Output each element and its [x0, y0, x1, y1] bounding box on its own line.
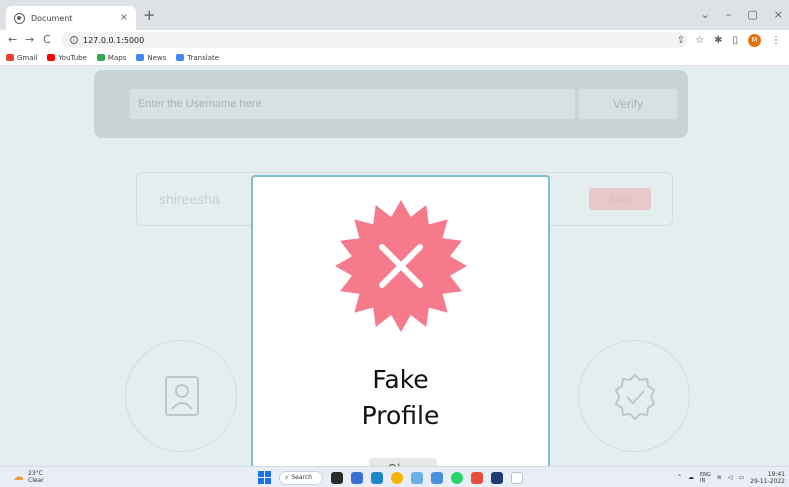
window-controls: ⌄ – ▢ × — [701, 4, 783, 24]
info-icon[interactable]: i — [70, 36, 78, 44]
minimize-icon[interactable]: – — [726, 8, 732, 21]
weather-moon-icon — [14, 476, 23, 480]
volume-icon[interactable]: ◁ — [728, 474, 733, 481]
windows-taskbar: 23°C Clear ⌕ Search ⌃ ☁ ENG IN ≋ ◁ ▭ 19:… — [0, 466, 789, 487]
name-value: shireesha — [159, 191, 220, 207]
reload-button[interactable]: C — [43, 32, 51, 48]
task-view-icon[interactable] — [331, 471, 343, 484]
verified-badge-icon — [614, 373, 656, 421]
edge-icon[interactable] — [411, 471, 423, 484]
back-button[interactable]: ← — [8, 32, 17, 48]
clock-time: 19:41 — [767, 470, 785, 478]
address-bar-row: ← → C i 127.0.0.1:5000 ⇪ ☆ ✱ ▯ M ⋮ — [0, 30, 789, 50]
verify-panel: Verify — [94, 70, 688, 138]
youtube-icon — [47, 54, 56, 61]
sidepanel-icon[interactable]: ▯ — [732, 35, 738, 46]
bookmark-gmail[interactable]: Gmail — [6, 54, 37, 62]
weather-widget[interactable]: 23°C Clear — [12, 470, 44, 484]
chat-icon[interactable] — [351, 471, 363, 484]
username-input[interactable] — [130, 89, 575, 119]
weather-condition: Clear — [28, 477, 44, 484]
fake-x-badge-icon — [335, 200, 467, 332]
user-profile-icon — [165, 376, 199, 416]
wifi-icon[interactable]: ≋ — [717, 474, 722, 481]
new-tab-button[interactable]: + — [143, 5, 156, 25]
dialog-title-line1: Fake — [372, 365, 429, 394]
globe-icon — [14, 12, 25, 24]
browser-toolbar: ⇪ ☆ ✱ ▯ M ⋮ — [677, 32, 781, 48]
office-icon[interactable] — [471, 471, 483, 484]
language-indicator[interactable]: ENG IN — [700, 472, 711, 484]
fake-profile-dialog: Fake Profile Okay — [251, 175, 550, 466]
system-tray: ⌃ ☁ ENG IN ≋ ◁ ▭ 19:41 29-11-2022 — [677, 469, 785, 486]
close-window-icon[interactable]: × — [774, 8, 783, 21]
url-text: 127.0.0.1:5000 — [83, 35, 145, 45]
whatsapp-icon[interactable] — [451, 471, 463, 484]
bookmark-youtube[interactable]: YouTube — [47, 54, 87, 62]
notepad-icon[interactable] — [511, 471, 523, 484]
profile-circle[interactable] — [125, 340, 237, 452]
page-content: Verify shireesha Save Fake Profile Okay — [0, 66, 789, 466]
search-icon: ⌕ — [285, 473, 289, 481]
mail-icon[interactable] — [371, 471, 383, 484]
translate-icon — [176, 54, 185, 61]
gmail-icon — [6, 54, 14, 61]
news-icon — [136, 54, 145, 61]
windows-start-icon[interactable] — [258, 471, 271, 484]
browser-tabstrip: Document × + ⌄ – ▢ × — [0, 0, 789, 30]
battery-icon[interactable]: ▭ — [738, 474, 744, 481]
share-icon[interactable]: ⇪ — [677, 35, 685, 46]
verify-button[interactable]: Verify — [579, 89, 677, 119]
dialog-title-line2: Profile — [361, 401, 440, 430]
clock[interactable]: 19:41 29-11-2022 — [750, 471, 785, 485]
profile-avatar[interactable]: M — [748, 33, 761, 47]
url-input[interactable]: i 127.0.0.1:5000 — [62, 32, 687, 48]
forward-button[interactable]: → — [25, 32, 34, 48]
bookmark-maps[interactable]: Maps — [96, 54, 126, 62]
bookmark-translate[interactable]: Translate — [176, 54, 219, 62]
clock-date: 29-11-2022 — [750, 477, 785, 485]
tray-chevron-icon[interactable]: ⌃ — [677, 474, 682, 481]
okay-button[interactable]: Okay — [369, 458, 437, 466]
bookmark-news[interactable]: News — [136, 54, 166, 62]
maximize-icon[interactable]: ▢ — [747, 8, 757, 21]
menu-icon[interactable]: ⋮ — [771, 35, 781, 46]
cloud-icon[interactable]: ☁ — [688, 474, 694, 481]
tab-search-chevron-icon[interactable]: ⌄ — [701, 8, 710, 21]
photos-icon[interactable] — [431, 471, 443, 484]
tab-title: Document — [31, 13, 73, 23]
maps-icon — [96, 54, 105, 61]
taskbar-search[interactable]: ⌕ Search — [279, 470, 323, 485]
weather-temperature: 23°C — [28, 470, 43, 477]
browser-tab[interactable]: Document × — [6, 6, 136, 30]
extensions-icon[interactable]: ✱ — [714, 35, 722, 46]
chrome-icon[interactable] — [391, 471, 403, 484]
tab-close-icon[interactable]: × — [120, 13, 128, 23]
taskbar-apps: ⌕ Search — [258, 470, 523, 485]
verified-circle[interactable] — [578, 340, 690, 452]
save-button[interactable]: Save — [589, 188, 651, 210]
dialog-title: Fake Profile — [253, 362, 548, 434]
bookmarks-bar: Gmail YouTube Maps News Translate — [0, 50, 789, 66]
star-icon[interactable]: ☆ — [695, 35, 704, 46]
store-icon[interactable] — [491, 471, 503, 484]
